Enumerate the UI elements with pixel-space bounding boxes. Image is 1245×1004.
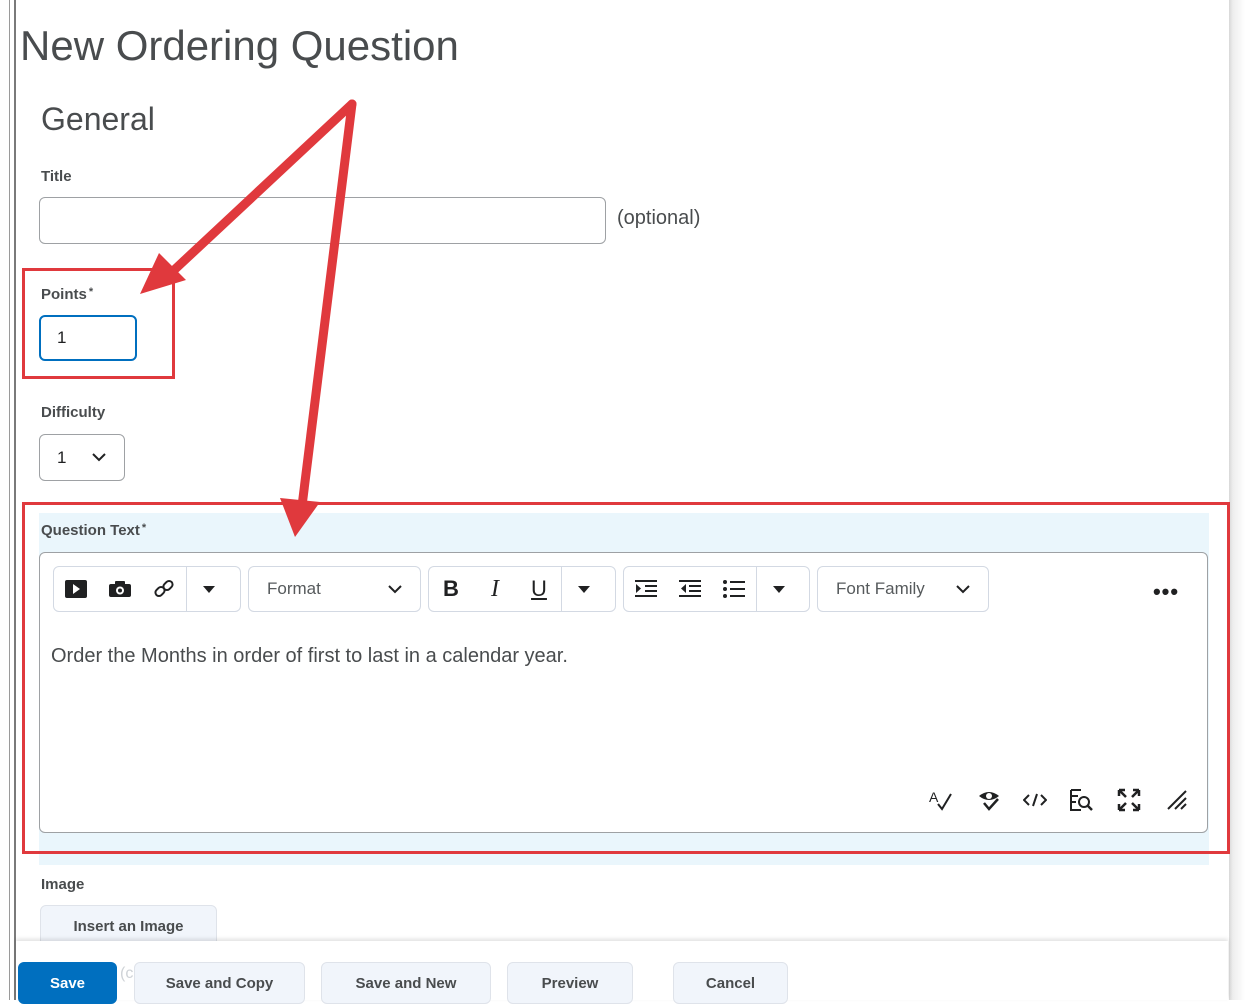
image-label: Image <box>41 876 85 893</box>
left-border-rule-dark <box>14 0 16 1000</box>
section-title-general: General <box>41 101 155 137</box>
save-and-new-button[interactable]: Save and New <box>321 962 491 1004</box>
points-highlight-box <box>22 268 175 379</box>
left-border-rule <box>9 0 10 1000</box>
page-title: New Ordering Question <box>20 22 459 69</box>
difficulty-label: Difficulty <box>41 404 106 421</box>
preview-button-footer[interactable]: Preview <box>507 962 633 1004</box>
save-button[interactable]: Save <box>18 962 117 1004</box>
difficulty-value: 1 <box>57 447 67 467</box>
question-text-highlight-box <box>22 502 1230 854</box>
save-and-copy-button[interactable]: Save and Copy <box>134 962 305 1004</box>
title-optional-hint: (optional) <box>617 207 701 229</box>
chevron-down-icon <box>92 453 106 462</box>
title-input[interactable] <box>39 197 606 244</box>
title-label: Title <box>41 168 72 185</box>
arrow-to-editor <box>280 99 357 537</box>
scrolled-text-fragment: (c <box>120 965 134 982</box>
right-panel-shadow <box>1229 0 1245 1000</box>
difficulty-select[interactable]: 1 <box>39 434 125 481</box>
cancel-button[interactable]: Cancel <box>673 962 788 1004</box>
